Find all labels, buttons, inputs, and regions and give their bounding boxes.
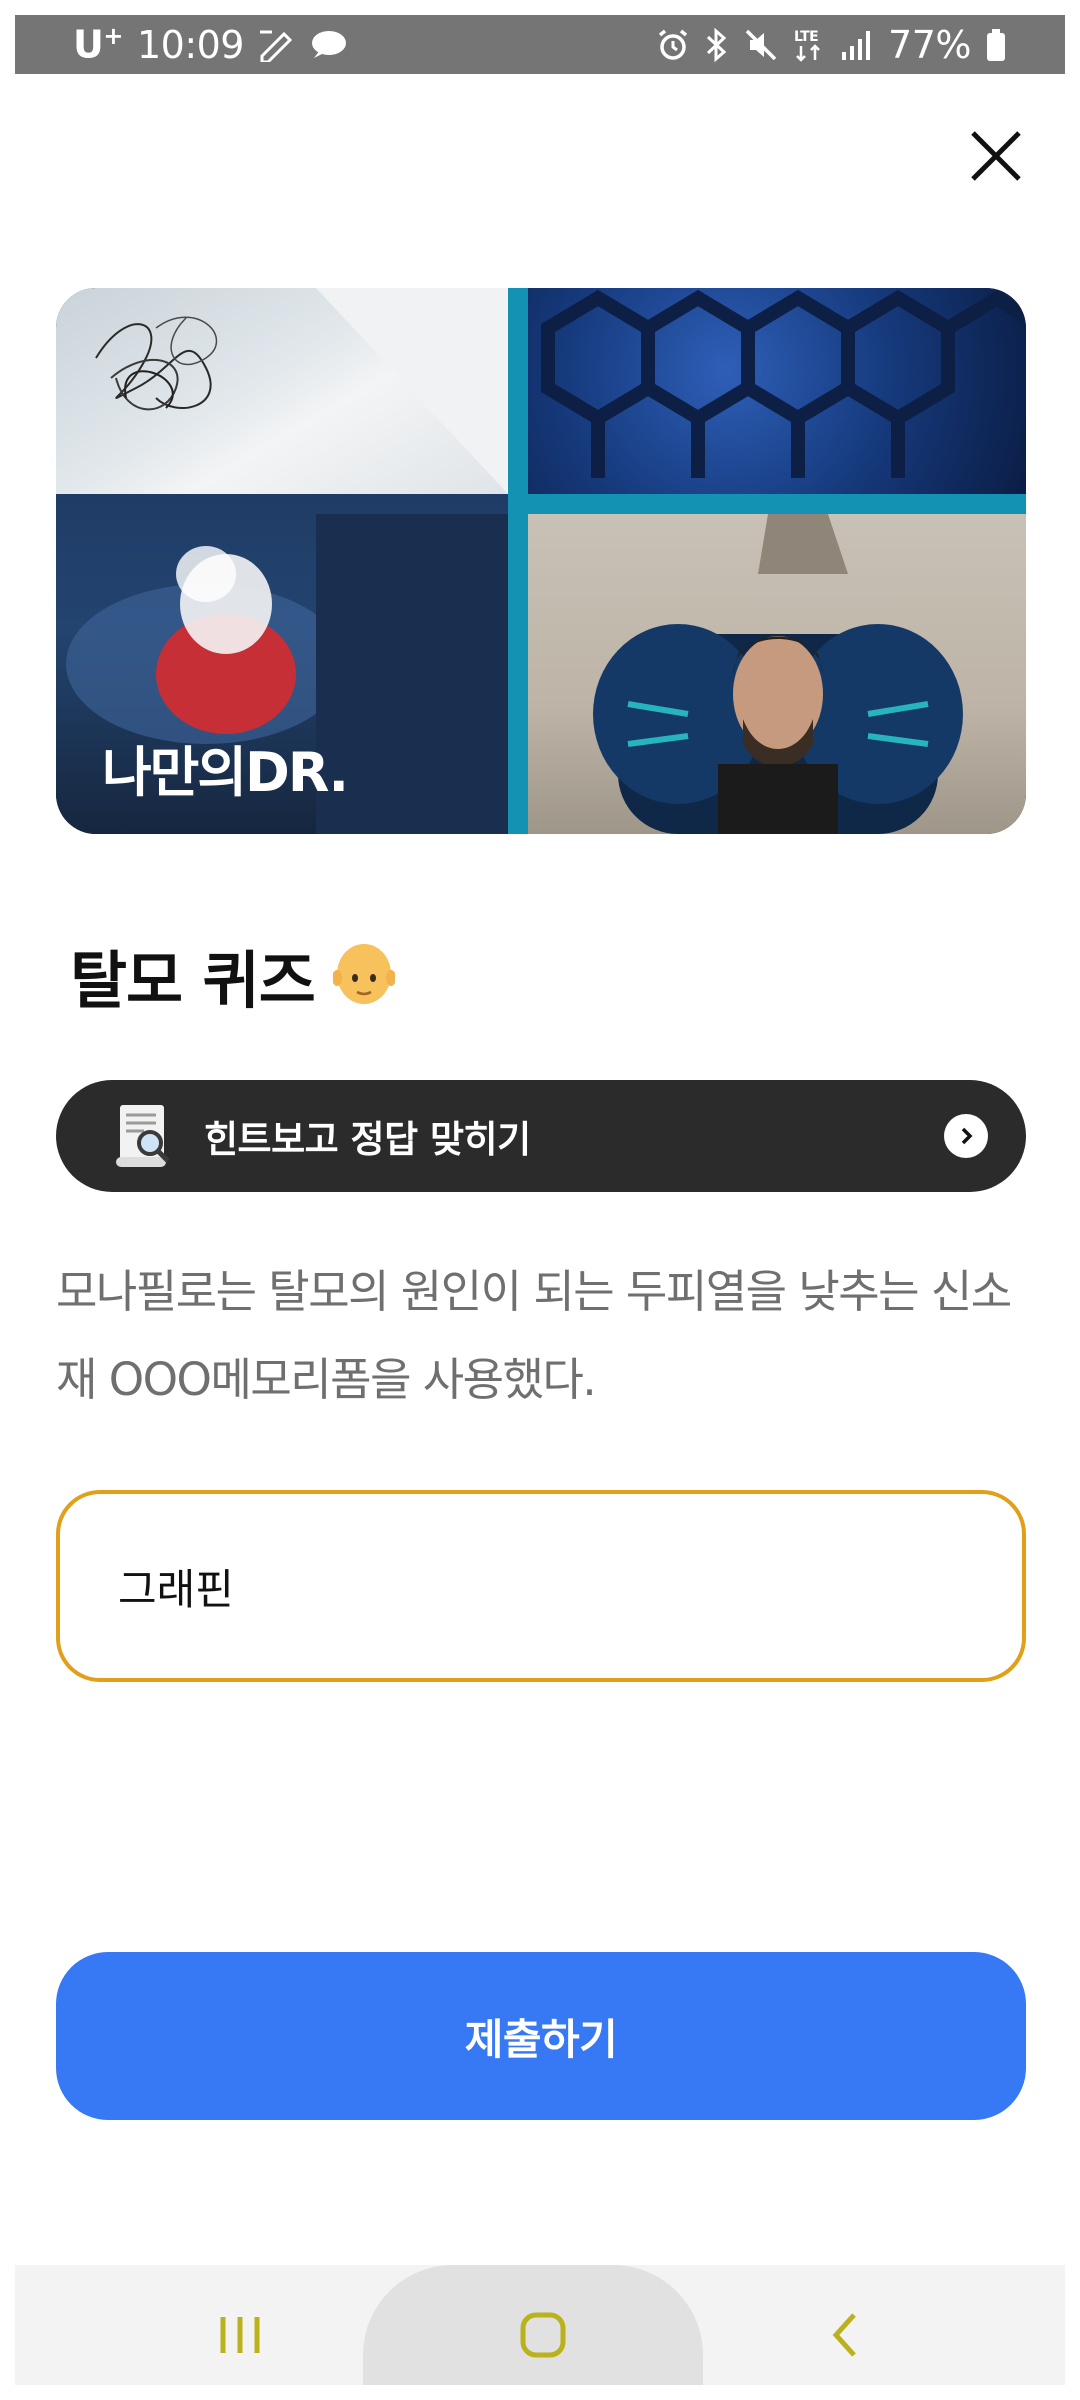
cooling-pillow-photo [528,514,1026,834]
lte-icon: LTE [792,25,826,65]
recent-apps-icon [220,2317,260,2353]
signal-icon [840,25,874,65]
quiz-screen: U+ 10:09 LTE 77% 나만의DR. 탈모 퀴즈 힌트보고 정답 맞히… [0,0,1080,2400]
svg-text:LTE: LTE [794,29,818,45]
back-icon [832,2313,856,2357]
battery-percent: 77% [888,22,971,67]
home-icon [520,2312,566,2358]
alarm-icon [656,25,690,65]
quiz-question: 모나필로는 탈모의 원인이 되는 두피열을 낮추는 신소재 OOO메모리폼을 사… [56,1265,1012,1406]
mute-icon [744,25,778,65]
image-divider [528,494,1026,514]
hero-image: 나만의DR. [56,288,1026,834]
chat-bubble-icon [308,25,348,65]
document-search-icon [116,1105,170,1167]
hint-button[interactable]: 힌트보고 정답 맞히기 [56,1080,1026,1192]
back-button[interactable] [810,2290,880,2380]
hint-label: 힌트보고 정답 맞히기 [204,1118,531,1161]
graphene-lattice-photo [528,288,1026,494]
chevron-right-icon [944,1114,988,1158]
recent-apps-button[interactable] [200,2290,280,2380]
battery-icon [985,25,1007,65]
submit-button[interactable]: 제출하기 [56,1952,1026,2120]
answer-field[interactable] [56,1490,1026,1682]
carrier-label: U+ [73,22,123,67]
brand-logo: 나만의DR. [102,741,349,804]
hair-on-pillow-photo [56,288,508,494]
bald-person-icon [332,944,395,1004]
clock: 10:09 [136,22,245,67]
status-bar: U+ 10:09 LTE 77% [15,15,1065,74]
page-title: 탈모 퀴즈 [70,944,316,1017]
home-button[interactable] [493,2290,593,2380]
close-icon [971,131,1021,181]
image-divider [508,288,528,834]
close-button[interactable] [965,125,1027,187]
bluetooth-icon [704,25,730,65]
screenshot-edit-icon [258,25,294,65]
quiz-title: 탈모 퀴즈 [70,930,395,1020]
answer-input[interactable] [118,1561,964,1611]
